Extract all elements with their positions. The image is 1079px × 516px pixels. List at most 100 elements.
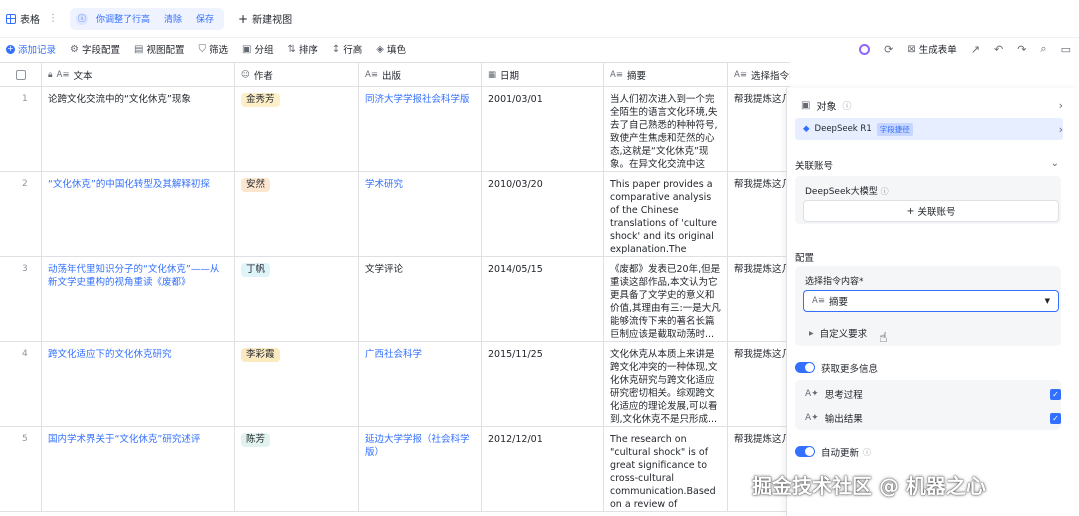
column-header-instruction[interactable]: A≡ 选择指令内容 xyxy=(728,63,790,87)
lock-icon: 🔒︎ xyxy=(48,70,53,80)
checkbox-checked-icon[interactable]: ✓ xyxy=(1050,388,1061,400)
summary-cell[interactable]: 《废都》发表已20年,但是重读这部作品,本文认为它更具备了文学史的意义和价值,其… xyxy=(604,257,728,341)
object-icon: ▣ xyxy=(801,99,811,111)
column-header-label: 摘要 xyxy=(626,71,646,82)
publisher-cell[interactable]: 文学评论 xyxy=(359,257,482,341)
table-row[interactable]: 1 论跨文化交流中的“文化休克”现象 金秀芳 同济大学学报社会科学版 2001/03/0… xyxy=(0,87,790,172)
get-more-info-toggle[interactable] xyxy=(795,362,815,373)
table-row[interactable]: 2 “文化休克”的中国化转型及其解释初探 安然 学术研究 2010/03/20 This … xyxy=(0,172,790,257)
group-icon: ▣ xyxy=(241,43,252,55)
publisher-cell[interactable]: 同济大学学报社会科学版 xyxy=(359,87,482,171)
column-header-author[interactable]: ☺ 作者 xyxy=(235,63,359,87)
toolbar: + 添加记录 ⚙ 字段配置 ▤ 视图配置 ⛉ 筛选 ▣ 分组 ⇅ 排序 ↕ 行高… xyxy=(0,38,1079,60)
share-icon[interactable]: ↗ xyxy=(971,43,980,56)
title-cell[interactable]: 跨文化适应下的文化休克研究 xyxy=(42,342,235,426)
redo-icon[interactable]: ↷ xyxy=(1017,43,1026,56)
new-view-button[interactable]: + 新建视图 xyxy=(238,11,292,27)
view-tab-table[interactable]: 表格 ⋮ xyxy=(6,11,58,26)
field-config-button[interactable]: ⚙ 字段配置 xyxy=(70,42,120,57)
save-button[interactable]: 保存 xyxy=(196,12,214,25)
info-icon: ⓘ xyxy=(880,187,889,196)
text-field-icon: A≡ xyxy=(610,70,623,80)
link-account-button[interactable]: + 关联账号 xyxy=(803,200,1059,222)
row-number: 5 xyxy=(0,427,42,511)
publisher-cell[interactable]: 广西社会科学 xyxy=(359,342,482,426)
link-account-label: 关联账号 xyxy=(917,207,956,218)
author-cell[interactable]: 金秀芳 xyxy=(235,87,359,171)
title-cell[interactable]: 动荡年代里知识分子的“文化休克”——从新文学史重构的视角重读《废都》 xyxy=(42,257,235,341)
title-cell[interactable]: “文化休克”的中国化转型及其解释初探 xyxy=(42,172,235,256)
instruction-cell[interactable]: 帮我提炼这几个关键词 xyxy=(728,342,790,426)
view-config-button[interactable]: ▤ 视图配置 xyxy=(134,42,184,57)
undo-icon[interactable]: ↶ xyxy=(994,43,1003,56)
instruction-cell[interactable]: 帮我提炼这几个关键词 xyxy=(728,87,790,171)
output-result-option[interactable]: A✦ 输出结果 ✓ xyxy=(805,408,1061,428)
info-icon: ⓘ xyxy=(863,447,872,457)
thinking-process-option[interactable]: A✦ 思考过程 ✓ xyxy=(805,384,1061,404)
column-header-summary[interactable]: A≡ 摘要 xyxy=(604,63,728,87)
summary-cell[interactable]: The research on "cultural shock" is of g… xyxy=(604,427,728,511)
more-info-card: A✦ 思考过程 ✓ A✦ 输出结果 ✓ xyxy=(795,380,1061,430)
search-icon[interactable]: ⌕ xyxy=(1040,42,1046,56)
date-cell[interactable]: 2012/12/01 xyxy=(482,427,604,511)
more-icon[interactable]: ⋮ xyxy=(48,13,58,24)
fill-color-label: 填色 xyxy=(386,45,406,56)
publisher-cell[interactable]: 学术研究 xyxy=(359,172,482,256)
author-cell[interactable]: 陈芳 xyxy=(235,427,359,511)
date-cell[interactable]: 2014/05/15 xyxy=(482,257,604,341)
ai-text-icon: A✦ xyxy=(805,389,819,399)
automation-icon[interactable]: ⟳ xyxy=(884,43,893,56)
object-row[interactable]: ▣ 对象 ⓘ › xyxy=(795,94,1063,116)
row-height-button[interactable]: ↕ 行高 xyxy=(332,42,362,57)
row-number: 1 xyxy=(0,87,42,171)
author-cell[interactable]: 丁帆 xyxy=(235,257,359,341)
view-config-icon: ▤ xyxy=(134,43,144,55)
form-icon: ⊠ xyxy=(907,43,916,55)
model-card-title-text: DeepSeek大模型 xyxy=(805,187,878,197)
custom-requirement-toggle[interactable]: ▶ 自定义要求 xyxy=(809,326,867,340)
author-cell[interactable]: 李彩霞 xyxy=(235,342,359,426)
group-button[interactable]: ▣ 分组 xyxy=(241,42,274,57)
column-header-text[interactable]: 🔒︎ A≡ 文本 xyxy=(42,63,235,87)
table-row[interactable]: 3 动荡年代里知识分子的“文化休克”——从新文学史重构的视角重读《废都》 丁帆 文学评… xyxy=(0,257,790,342)
auto-update-toggle[interactable] xyxy=(795,446,815,457)
date-cell[interactable]: 2010/03/20 xyxy=(482,172,604,256)
group-label: 分组 xyxy=(254,45,274,56)
summary-cell[interactable]: 文化休克从本质上来讲是跨文化冲突的一种体现,文化休克研究与跨文化适应研究密切相关… xyxy=(604,342,728,426)
column-header-date[interactable]: ▦ 日期 xyxy=(482,63,604,87)
filter-button[interactable]: ⛉ 筛选 xyxy=(198,42,228,57)
watermark-text: 掘金技术社区 @ 机器之心 xyxy=(752,474,986,498)
title-cell[interactable]: 论跨文化交流中的“文化休克”现象 xyxy=(42,87,235,171)
author-tag: 金秀芳 xyxy=(241,93,280,107)
instruction-cell[interactable]: 帮我提炼这几个关键词 xyxy=(728,257,790,341)
checkbox-checked-icon[interactable]: ✓ xyxy=(1050,412,1061,424)
clear-button[interactable]: 清除 xyxy=(164,12,182,25)
info-icon: ⓘ xyxy=(842,101,852,112)
table-row[interactable]: 5 国内学术界关于“文化休克”研究述评 陈芳 延边大学学报（社会科学版） 2012/12… xyxy=(0,427,790,512)
instruction-cell[interactable]: 帮我提炼这几个关键词 xyxy=(728,172,790,256)
field-shortcut-panel: ▣ 对象 ⓘ › ◆ DeepSeek R1 字段捷径 › 关联账号 ⌄ Dee… xyxy=(786,88,1079,516)
table-row[interactable]: 4 跨文化适应下的文化休克研究 李彩霞 广西社会科学 2015/11/25 文化休克从本质… xyxy=(0,342,790,427)
publisher-cell[interactable]: 延边大学学报（社会科学版） xyxy=(359,427,482,511)
generate-form-button[interactable]: ⊠ 生成表单 xyxy=(907,42,956,57)
column-header-publisher[interactable]: A≡ 出版 xyxy=(359,63,482,87)
ai-assistant-icon[interactable] xyxy=(859,43,871,55)
summary-cell[interactable]: This paper provides a comparative analys… xyxy=(604,172,728,256)
sort-button[interactable]: ⇅ 排序 xyxy=(287,42,317,57)
date-cell[interactable]: 2001/03/01 xyxy=(482,87,604,171)
author-cell[interactable]: 安然 xyxy=(235,172,359,256)
chevron-down-icon[interactable]: ⌄ xyxy=(1051,158,1059,169)
select-all-checkbox[interactable] xyxy=(15,70,26,80)
fill-color-button[interactable]: ◈ 填色 xyxy=(376,42,406,57)
auto-update-row: 自动更新 ⓘ xyxy=(821,445,872,460)
summary-cell[interactable]: 当人们初次进入到一个完全陌生的语言文化环境,失去了自己熟悉的种种符号,致使产生焦… xyxy=(604,87,728,171)
row-number: 3 xyxy=(0,257,42,341)
row-number: 2 xyxy=(0,172,42,256)
comment-icon[interactable]: ▭ xyxy=(1061,43,1071,56)
model-row-deepseek[interactable]: ◆ DeepSeek R1 字段捷径 › xyxy=(795,118,1063,140)
date-cell[interactable]: 2015/11/25 xyxy=(482,342,604,426)
add-record-button[interactable]: + 添加记录 xyxy=(6,42,56,56)
title-cell[interactable]: 国内学术界关于“文化休克”研究述评 xyxy=(42,427,235,511)
instruction-select[interactable]: A≡ 摘要 ▼ xyxy=(803,290,1059,312)
add-record-label: 添加记录 xyxy=(18,45,57,56)
